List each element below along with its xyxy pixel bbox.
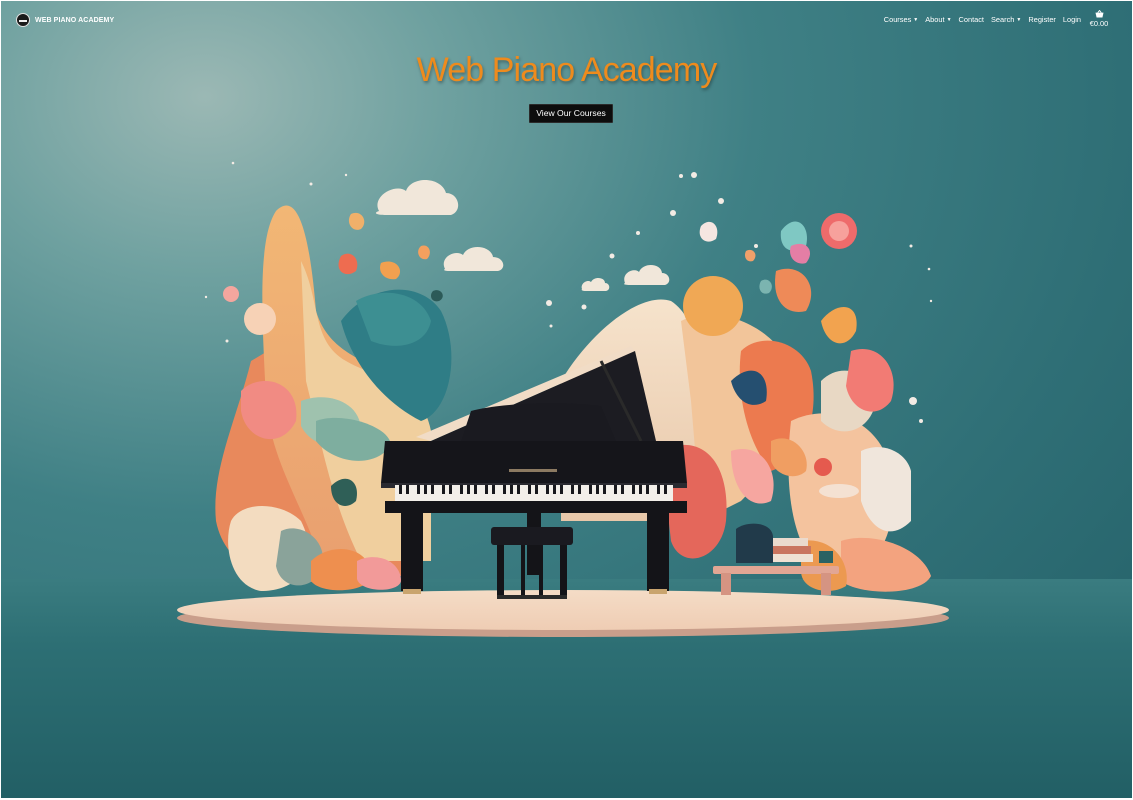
main-nav: Courses ▼ About ▼ Contact Search ▼ Regis…	[884, 15, 1081, 24]
view-courses-button[interactable]: View Our Courses	[529, 104, 613, 123]
nav-item-contact[interactable]: Contact	[959, 15, 984, 24]
chevron-down-icon: ▼	[946, 16, 952, 23]
nav-item-label: Contact	[958, 15, 984, 24]
nav-item-search[interactable]: Search ▼	[991, 15, 1021, 24]
nav-item-login[interactable]: Login	[1063, 15, 1081, 24]
brand[interactable]: WEB PIANO ACADEMY	[16, 13, 114, 27]
hero-title: Web Piano Academy	[416, 51, 718, 89]
nav-item-label: Search	[991, 15, 1015, 24]
page: WEB PIANO ACADEMY Courses ▼ About ▼ Cont…	[1, 1, 1132, 798]
brand-name: WEB PIANO ACADEMY	[35, 16, 115, 24]
nav-item-register[interactable]: Register	[1028, 15, 1056, 24]
nav-item-label: Courses	[883, 15, 912, 24]
piano-logo-icon	[16, 13, 30, 27]
clouds	[375, 179, 670, 291]
cart-button[interactable]: €0.00	[1088, 10, 1110, 28]
chevron-down-icon: ▼	[1016, 16, 1022, 23]
nav-item-label: Login	[1062, 15, 1081, 24]
nav-item-courses[interactable]: Courses ▼	[884, 15, 918, 24]
nav-item-about[interactable]: About ▼	[925, 15, 951, 24]
cart-total: €0.00	[1089, 19, 1109, 28]
nav-item-label: About	[925, 15, 945, 24]
chevron-down-icon: ▼	[913, 16, 919, 23]
nav-item-label: Register	[1028, 15, 1056, 24]
shopping-basket-icon	[1095, 10, 1103, 18]
